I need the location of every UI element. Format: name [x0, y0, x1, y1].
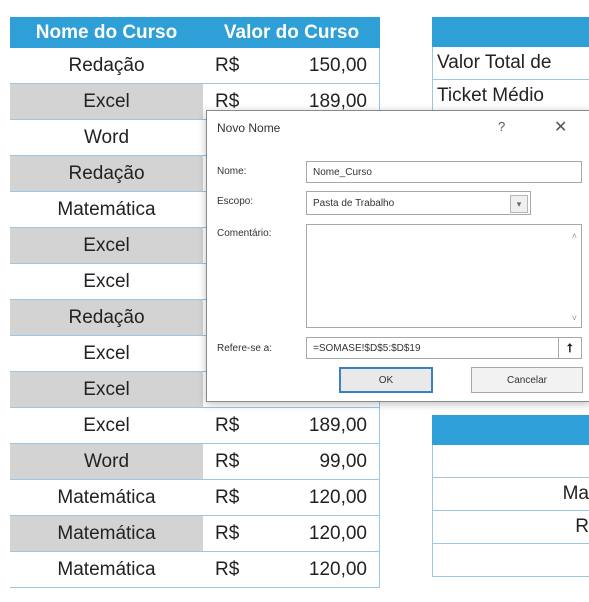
course-name-cell[interactable]: Matemática — [10, 552, 203, 587]
table-row: Matemática R$ 120,00 — [10, 552, 380, 588]
summary-2-cell[interactable]: Ma — [432, 478, 589, 511]
course-name-cell[interactable]: Word — [10, 444, 203, 479]
course-name-cell[interactable]: Redação — [10, 300, 203, 335]
table-row: Matemática R$ 120,00 — [10, 516, 380, 552]
course-name-cell[interactable]: Matemática — [10, 516, 203, 551]
currency-cell[interactable]: R$ — [203, 408, 258, 443]
comentario-textarea[interactable]: ˄ ˅ — [306, 224, 582, 328]
ok-button[interactable]: OK — [339, 367, 433, 393]
nome-input[interactable]: Nome_Curso — [306, 161, 582, 183]
course-name-cell[interactable]: Matemática — [10, 480, 203, 515]
course-name-cell[interactable]: Excel — [10, 372, 203, 407]
refere-label: Refere-se a: — [217, 343, 273, 354]
table-row: ExcelR$189,00 — [10, 408, 380, 444]
escopo-select[interactable]: Pasta de Trabalho ▾ — [306, 191, 531, 215]
scroll-down-icon[interactable]: ˅ — [572, 313, 577, 323]
refere-input[interactable]: =SOMASE!$D$5:$D$19 ⭡ — [306, 337, 582, 359]
table-header: Nome do Curso Valor do Curso — [10, 17, 380, 48]
scroll-up-icon[interactable]: ˄ — [572, 231, 577, 241]
price-cell[interactable]: 120,00 — [258, 480, 379, 515]
course-name-cell[interactable]: Redação — [10, 156, 203, 191]
price-cell[interactable]: 189,00 — [258, 408, 379, 443]
header-valor-curso[interactable]: Valor do Curso — [203, 22, 380, 44]
summary-label-total[interactable]: Valor Total de — [432, 47, 589, 80]
help-icon[interactable]: ? — [498, 119, 505, 134]
currency-cell[interactable]: R$ — [203, 516, 258, 551]
escopo-select-value: Pasta de Trabalho — [313, 197, 395, 209]
close-icon[interactable]: ✕ — [554, 117, 567, 137]
course-name-cell[interactable]: Excel — [10, 408, 203, 443]
course-name-cell[interactable]: Excel — [10, 84, 203, 119]
summary-2-header — [432, 415, 589, 445]
course-name-cell[interactable]: Redação — [10, 48, 203, 83]
course-name-cell[interactable]: Word — [10, 120, 203, 155]
table-row: Redação R$ 150,00 — [10, 48, 380, 84]
price-cell[interactable]: 99,00 — [258, 444, 379, 479]
currency-cell[interactable]: R$ — [203, 552, 258, 587]
currency-cell[interactable]: R$ — [203, 480, 258, 515]
escopo-label: Escopo: — [217, 196, 254, 207]
price-cell[interactable]: 120,00 — [258, 516, 379, 551]
new-name-dialog: Novo Nome ? ✕ Nome: Nome_Curso Escopo: P… — [206, 110, 589, 402]
chevron-down-icon[interactable]: ▾ — [510, 195, 528, 213]
price-cell[interactable]: 120,00 — [258, 552, 379, 587]
nome-input-value: Nome_Curso — [313, 166, 372, 178]
summary-2-cell[interactable]: R — [432, 511, 589, 544]
comentario-label: Comentário: — [217, 228, 272, 239]
summary-panel: Valor Total de Ticket Médio — [432, 17, 589, 113]
course-name-cell[interactable]: Excel — [10, 264, 203, 299]
summary-2-cell[interactable] — [432, 445, 589, 478]
summary-header — [432, 17, 589, 47]
table-row: Word R$ 99,00 — [10, 444, 380, 480]
summary-2-cell[interactable] — [432, 544, 589, 577]
collapse-dialog-icon[interactable]: ⭡ — [558, 338, 581, 358]
refere-input-value: =SOMASE!$D$5:$D$19 — [313, 342, 421, 354]
currency-cell[interactable]: R$ — [203, 444, 258, 479]
header-nome-curso[interactable]: Nome do Curso — [10, 22, 203, 44]
nome-label: Nome: — [217, 166, 247, 177]
table-row: Matemática R$ 120,00 — [10, 480, 380, 516]
summary-label-ticket[interactable]: Ticket Médio — [432, 80, 589, 113]
dialog-title: Novo Nome — [217, 121, 281, 135]
summary-panel-2: Ma R — [432, 415, 589, 577]
course-name-cell[interactable]: Excel — [10, 228, 203, 263]
course-name-cell[interactable]: Excel — [10, 336, 203, 371]
cancel-button[interactable]: Cancelar — [471, 367, 583, 393]
currency-cell[interactable]: R$ — [203, 48, 258, 83]
course-name-cell[interactable]: Matemática — [10, 192, 203, 227]
price-cell[interactable]: 150,00 — [258, 48, 379, 83]
